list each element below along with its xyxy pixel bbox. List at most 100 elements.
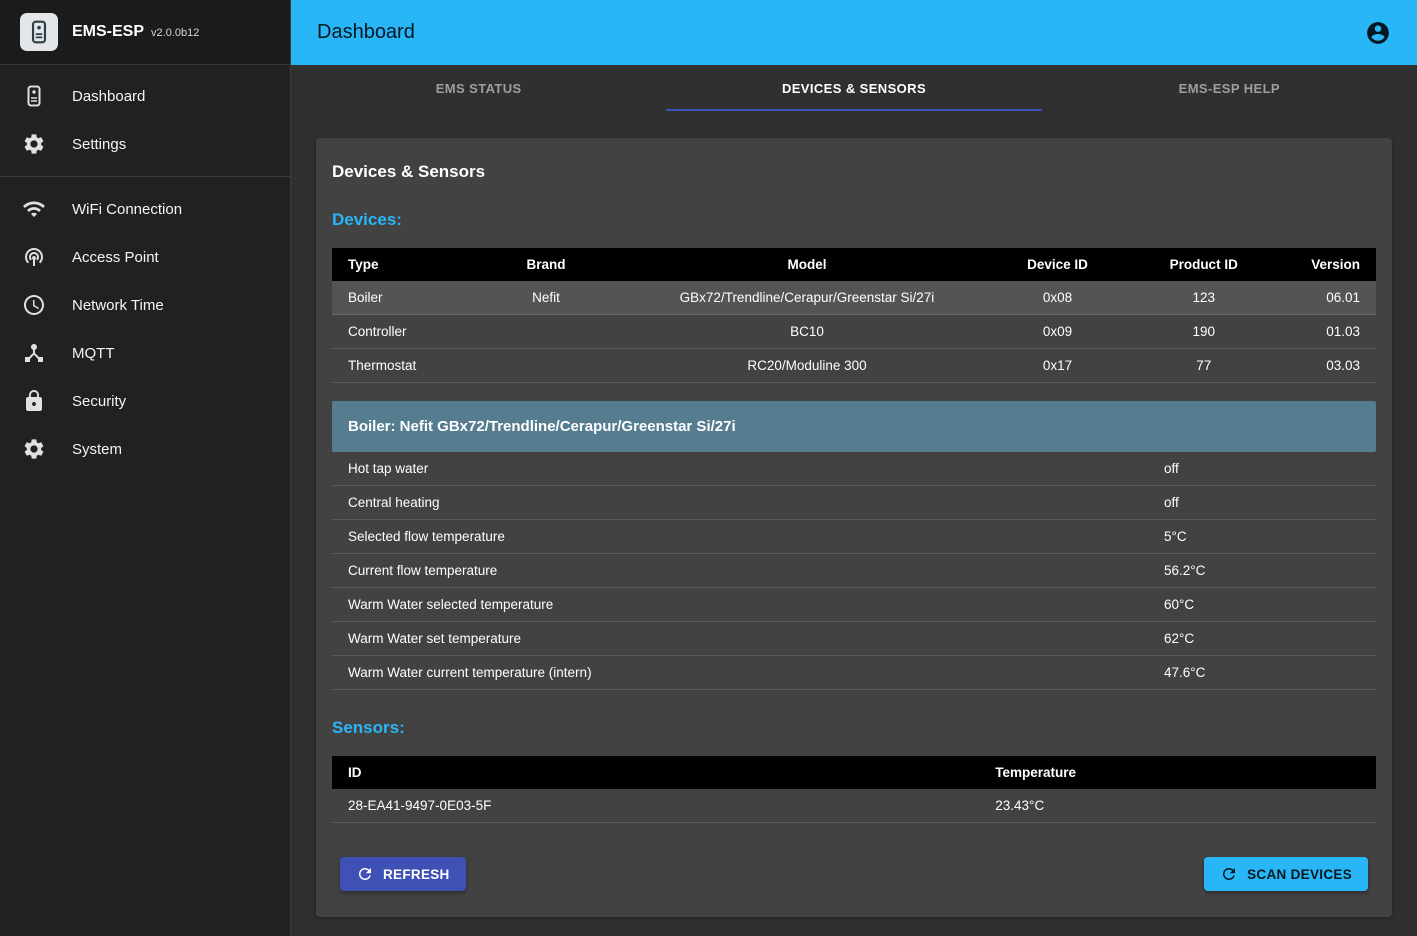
cell-product-id: 77 [1136,349,1272,383]
tab-devices-sensors[interactable]: DEVICES & SENSORS [666,65,1041,111]
cell-sensor-temperature: 23.43°C [979,789,1376,823]
cell-type: Thermostat [332,349,457,383]
detail-label: Warm Water set temperature [348,631,1164,646]
sidebar-item-label: Access Point [72,249,159,266]
detail-value: 5°C [1164,529,1360,544]
detail-label: Central heating [348,495,1164,510]
card-title: Devices & Sensors [332,162,1376,182]
sidebar-item-label: MQTT [72,345,115,362]
devices-table-header-row: Type Brand Model Device ID Product ID Ve… [332,248,1376,281]
sidebar-item-access-point[interactable]: Access Point [0,233,290,281]
column-header-temperature: Temperature [979,756,1376,789]
sensors-table: ID Temperature 28-EA41-9497-0E03-5F 23.4… [332,756,1376,823]
sidebar-nav: Dashboard Settings WiFi Connection Acc [0,65,290,473]
sidebar-header: EMS-ESP v2.0.0b12 [0,0,290,65]
cell-model: GBx72/Trendline/Cerapur/Greenstar Si/27i [635,281,980,315]
refresh-icon [1220,865,1238,883]
content-area: Devices & Sensors Devices: Type Brand Mo… [291,111,1417,936]
detail-label: Hot tap water [348,461,1164,476]
tab-ems-esp-help[interactable]: EMS-ESP HELP [1042,65,1417,111]
scan-devices-button-label: SCAN DEVICES [1247,867,1352,882]
cell-device-id: 0x09 [979,315,1136,349]
sidebar-item-security[interactable]: Security [0,377,290,425]
sidebar: EMS-ESP v2.0.0b12 Dashboard Settings [0,0,291,936]
sidebar-divider [0,176,290,177]
wifi-icon [22,197,46,221]
app-root: EMS-ESP v2.0.0b12 Dashboard Settings [0,0,1417,936]
cell-device-id: 0x08 [979,281,1136,315]
devices-heading: Devices: [332,210,1376,230]
app-title: EMS-ESP v2.0.0b12 [72,23,199,41]
detail-row: Warm Water current temperature (intern) … [332,656,1376,690]
detail-row: Warm Water selected temperature 60°C [332,588,1376,622]
cell-version: 06.01 [1272,281,1376,315]
cell-brand: Nefit [457,281,634,315]
device-row-thermostat[interactable]: Thermostat RC20/Moduline 300 0x17 77 03.… [332,349,1376,383]
wifi-tethering-icon [22,245,46,269]
cell-product-id: 190 [1136,315,1272,349]
sidebar-item-dashboard[interactable]: Dashboard [0,72,290,120]
scan-devices-button[interactable]: SCAN DEVICES [1204,857,1368,891]
detail-value: 60°C [1164,597,1360,612]
column-header-model: Model [635,248,980,281]
app-name: EMS-ESP [72,23,144,41]
sidebar-item-label: Security [72,393,126,410]
detail-row: Central heating off [332,486,1376,520]
action-bar: REFRESH SCAN DEVICES [332,857,1376,891]
detail-label: Warm Water selected temperature [348,597,1164,612]
app-version: v2.0.0b12 [151,27,199,39]
tab-ems-status[interactable]: EMS STATUS [291,65,666,111]
app-bar: Dashboard [291,0,1417,65]
sidebar-item-network-time[interactable]: Network Time [0,281,290,329]
detail-row: Hot tap water off [332,452,1376,486]
sidebar-item-label: Network Time [72,297,164,314]
account-icon[interactable] [1365,20,1391,46]
cell-type: Boiler [332,281,457,315]
device-row-boiler[interactable]: Boiler Nefit GBx72/Trendline/Cerapur/Gre… [332,281,1376,315]
clock-icon [22,293,46,317]
cell-version: 03.03 [1272,349,1376,383]
detail-label: Selected flow temperature [348,529,1164,544]
devices-sensors-card: Devices & Sensors Devices: Type Brand Mo… [316,138,1392,917]
boiler-panel-header: Boiler: Nefit GBx72/Trendline/Cerapur/Gr… [332,401,1376,452]
sidebar-item-system[interactable]: System [0,425,290,473]
main-column: Dashboard EMS STATUS DEVICES & SENSORS E… [291,0,1417,936]
cell-device-id: 0x17 [979,349,1136,383]
column-header-device-id: Device ID [979,248,1136,281]
lock-icon [22,389,46,413]
detail-value: 62°C [1164,631,1360,646]
sidebar-item-label: Settings [72,136,126,153]
sidebar-item-label: System [72,441,122,458]
cell-sensor-id: 28-EA41-9497-0E03-5F [332,789,979,823]
device-row-controller[interactable]: Controller BC10 0x09 190 01.03 [332,315,1376,349]
sidebar-item-mqtt[interactable]: MQTT [0,329,290,377]
page-title: Dashboard [317,21,415,44]
cell-model: BC10 [635,315,980,349]
cell-brand [457,315,634,349]
refresh-button[interactable]: REFRESH [340,857,466,891]
detail-label: Warm Water current temperature (intern) [348,665,1164,680]
detail-value: 47.6°C [1164,665,1360,680]
devices-table: Type Brand Model Device ID Product ID Ve… [332,248,1376,383]
sidebar-item-wifi-connection[interactable]: WiFi Connection [0,185,290,233]
column-header-brand: Brand [457,248,634,281]
sensors-table-header-row: ID Temperature [332,756,1376,789]
cell-brand [457,349,634,383]
gear-icon [22,132,46,156]
sidebar-item-settings[interactable]: Settings [0,120,290,168]
detail-value: 56.2°C [1164,563,1360,578]
cell-version: 01.03 [1272,315,1376,349]
detail-row: Warm Water set temperature 62°C [332,622,1376,656]
cell-type: Controller [332,315,457,349]
app-logo-icon [20,13,58,51]
detail-value: off [1164,461,1360,476]
column-header-id: ID [332,756,979,789]
cell-model: RC20/Moduline 300 [635,349,980,383]
sensor-row: 28-EA41-9497-0E03-5F 23.43°C [332,789,1376,823]
sidebar-item-label: Dashboard [72,88,145,105]
device-hub-icon [22,341,46,365]
refresh-icon [356,865,374,883]
cell-product-id: 123 [1136,281,1272,315]
refresh-button-label: REFRESH [383,867,450,882]
column-header-version: Version [1272,248,1376,281]
